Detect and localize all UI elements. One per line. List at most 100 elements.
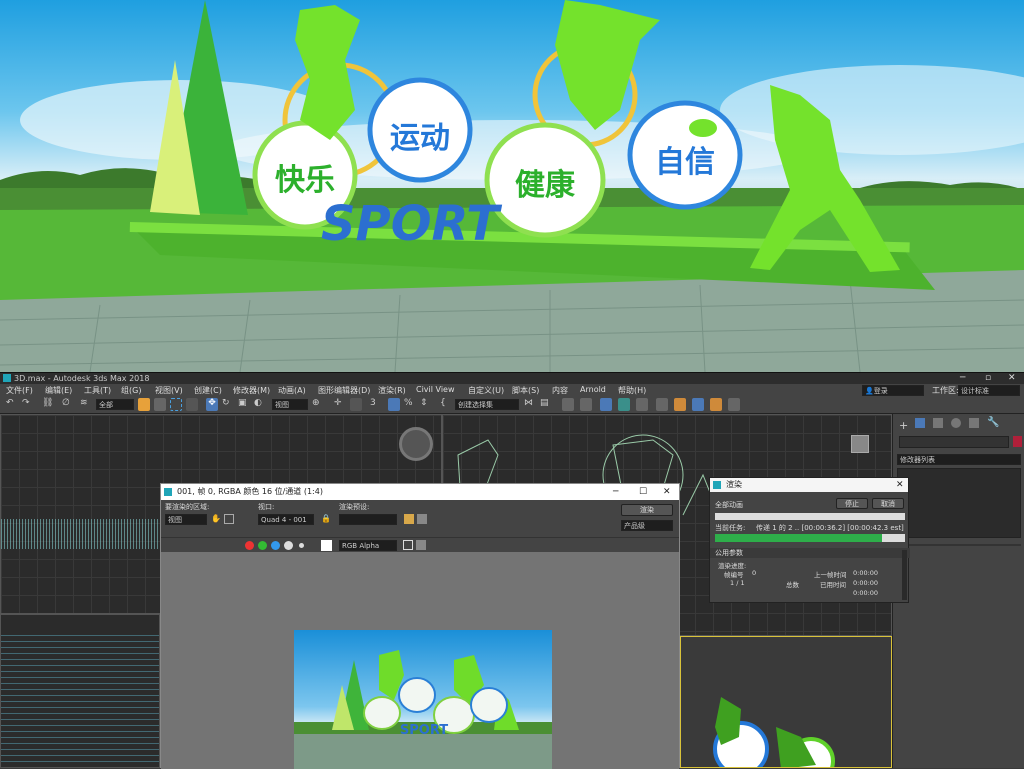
render-button[interactable]: 渲染: [621, 504, 673, 516]
viewcube-icon[interactable]: [399, 427, 433, 461]
modifier-list-dropdown[interactable]: 修改器列表: [897, 454, 1021, 465]
object-name-field[interactable]: [899, 436, 1009, 448]
mirror-icon[interactable]: ⋈: [524, 398, 536, 411]
alpha-channel-icon[interactable]: [284, 541, 293, 550]
menu-arnold[interactable]: Arnold: [580, 385, 606, 394]
menu-file[interactable]: 文件(F): [6, 385, 33, 396]
login-dropdown[interactable]: 👤登录: [862, 385, 924, 396]
section-header[interactable]: 公用参数: [710, 548, 910, 558]
menu-scripting[interactable]: 脚本(S): [512, 385, 539, 396]
layer-explorer-icon[interactable]: [562, 398, 574, 411]
hierarchy-tab-icon[interactable]: [933, 418, 943, 428]
workspace-dropdown[interactable]: 设计标准: [958, 385, 1020, 396]
select-by-name-icon[interactable]: [154, 398, 166, 411]
maximize-icon[interactable]: ▫: [985, 373, 991, 383]
rotate-icon[interactable]: ↻: [222, 398, 234, 411]
render-iterative-icon[interactable]: [710, 398, 722, 411]
green-channel-icon[interactable]: [258, 541, 267, 550]
place-icon[interactable]: ◐: [254, 398, 266, 411]
menu-create[interactable]: 创建(C): [194, 385, 222, 396]
blue-channel-icon[interactable]: [271, 541, 280, 550]
modifier-stack[interactable]: [897, 468, 1021, 538]
frame-canvas[interactable]: SPORT: [161, 552, 679, 769]
pause-button[interactable]: 停止: [836, 498, 868, 509]
reference-coordinate-dropdown[interactable]: 视图: [272, 399, 308, 410]
utilities-tab-icon[interactable]: 🔧: [987, 417, 999, 428]
menu-graph-editors[interactable]: 图形编辑器(D): [318, 385, 370, 396]
pivot-icon[interactable]: ⊕: [312, 398, 324, 411]
move-icon[interactable]: ✥: [206, 398, 218, 411]
keyboard-shortcut-icon[interactable]: [350, 398, 362, 411]
named-selection-sets[interactable]: 创建选择集: [455, 399, 519, 410]
menu-help[interactable]: 帮助(H): [618, 385, 646, 396]
undo-icon[interactable]: ↶: [6, 398, 18, 411]
viewport-left[interactable]: [0, 614, 160, 768]
spinner-snap-icon[interactable]: ⇕: [420, 398, 432, 411]
toggle-ribbon-icon[interactable]: [580, 398, 592, 411]
angle-snap-icon[interactable]: [388, 398, 400, 411]
minimize-icon[interactable]: ─: [960, 373, 965, 383]
lock-icon[interactable]: 🔒: [321, 514, 331, 523]
viewcube-icon[interactable]: [851, 435, 869, 453]
render-activeshade-icon[interactable]: [728, 398, 740, 411]
preset-dropdown[interactable]: [339, 514, 397, 525]
bind-spacewarp-icon[interactable]: ≋: [80, 398, 92, 411]
percent-snap-icon[interactable]: %: [404, 398, 416, 411]
toggle-ui-icon[interactable]: [403, 540, 413, 550]
render-production-icon[interactable]: [692, 398, 704, 411]
edit-region-icon[interactable]: ✋: [211, 514, 221, 524]
render-type-dropdown[interactable]: 产品级: [621, 520, 673, 531]
menu-edit[interactable]: 编辑(E): [45, 385, 72, 396]
minimize-icon[interactable]: ─: [613, 484, 618, 500]
viewport-perspective[interactable]: [680, 636, 892, 768]
render-preview-image: 快乐 运动 健康 自信 SPORT: [0, 0, 1024, 372]
channel-dropdown[interactable]: RGB Alpha: [339, 540, 397, 551]
select-manipulate-icon[interactable]: ✛: [334, 398, 346, 411]
create-tab-icon[interactable]: +: [899, 419, 908, 432]
menu-civil-view[interactable]: Civil View: [416, 385, 455, 394]
render-setup-icon[interactable]: [404, 514, 414, 524]
scrollbar[interactable]: [902, 550, 907, 600]
rendered-frame-icon[interactable]: [674, 398, 686, 411]
unlink-icon[interactable]: ∅: [62, 398, 74, 411]
close-icon[interactable]: ✕: [896, 478, 904, 492]
menu-animation[interactable]: 动画(A): [278, 385, 306, 396]
menu-group[interactable]: 组(G): [121, 385, 141, 396]
material-editor-icon[interactable]: [636, 398, 648, 411]
menu-view[interactable]: 视图(V): [155, 385, 183, 396]
menu-modifiers[interactable]: 修改器(M): [233, 385, 270, 396]
menu-customize[interactable]: 自定义(U): [468, 385, 504, 396]
mono-icon[interactable]: [299, 543, 304, 548]
selection-filter[interactable]: 全部: [96, 399, 134, 410]
maximize-icon[interactable]: ☐: [639, 484, 647, 500]
color-swatch[interactable]: [321, 540, 332, 551]
viewport-dropdown[interactable]: Quad 4 - 001: [258, 514, 314, 525]
area-dropdown[interactable]: 视图: [165, 514, 207, 525]
select-object-icon[interactable]: [138, 398, 150, 411]
auto-region-icon[interactable]: [224, 514, 234, 524]
snap-icon[interactable]: 3: [370, 398, 382, 411]
cancel-button[interactable]: 取消: [872, 498, 904, 509]
link-icon[interactable]: ⛓: [42, 398, 54, 411]
curve-editor-icon[interactable]: [600, 398, 612, 411]
menu-rendering[interactable]: 渲染(R): [378, 385, 406, 396]
align-icon[interactable]: ▤: [540, 398, 552, 411]
toggle-overlay-icon[interactable]: [416, 540, 426, 550]
display-tab-icon[interactable]: [969, 418, 979, 428]
menu-content[interactable]: 内容: [552, 385, 568, 396]
rect-selection-icon[interactable]: [170, 398, 182, 411]
scale-icon[interactable]: ▣: [238, 398, 250, 411]
red-channel-icon[interactable]: [245, 541, 254, 550]
window-crossing-icon[interactable]: [186, 398, 198, 411]
schematic-view-icon[interactable]: [618, 398, 630, 411]
render-setup-icon[interactable]: [656, 398, 668, 411]
named-sel-icon[interactable]: {: [440, 398, 452, 411]
close-icon[interactable]: ✕: [1008, 373, 1016, 383]
menu-tools[interactable]: 工具(T): [84, 385, 111, 396]
motion-tab-icon[interactable]: [951, 418, 961, 428]
redo-icon[interactable]: ↷: [22, 398, 34, 411]
environment-icon[interactable]: [417, 514, 427, 524]
modify-tab-icon[interactable]: [915, 418, 925, 428]
close-icon[interactable]: ✕: [663, 484, 671, 500]
object-color-swatch[interactable]: [1013, 436, 1022, 447]
